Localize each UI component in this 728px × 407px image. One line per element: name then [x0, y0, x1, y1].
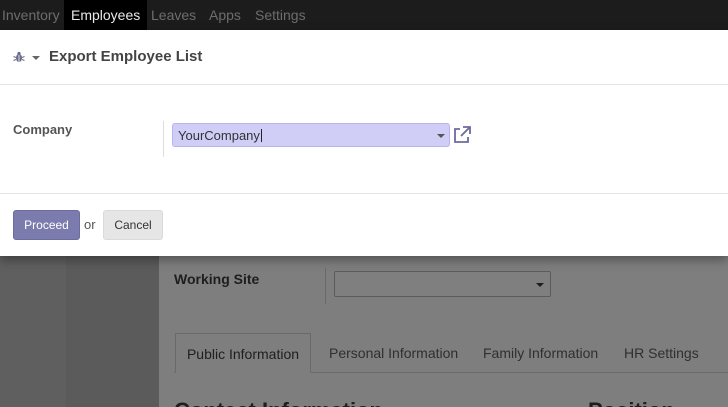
chevron-down-icon — [536, 283, 544, 287]
tab-public-information[interactable]: Public Information — [175, 333, 311, 373]
chevron-down-icon[interactable] — [32, 56, 40, 60]
field-divider — [325, 268, 326, 304]
company-select[interactable]: YourCompany — [172, 123, 450, 147]
nav-item-apps[interactable]: Apps — [209, 0, 241, 30]
cancel-button[interactable]: Cancel — [103, 210, 163, 240]
tab-family-information[interactable]: Family Information — [483, 333, 598, 373]
section-heading: Contact Information — [174, 398, 383, 407]
bug-icon[interactable] — [13, 51, 25, 63]
nav-item-settings[interactable]: Settings — [255, 0, 306, 30]
field-divider — [163, 121, 164, 157]
top-navbar: Inventory Employees Leaves Apps Settings — [0, 0, 728, 30]
company-value: YourCompany — [178, 128, 260, 143]
background-sidebar — [66, 256, 160, 407]
tab-personal-information[interactable]: Personal Information — [329, 333, 458, 373]
tab-hr-settings[interactable]: HR Settings — [624, 333, 699, 373]
dialog-header: Export Employee List — [0, 30, 728, 85]
section-heading-right: Position — [588, 398, 675, 407]
nav-item-inventory[interactable]: Inventory — [2, 0, 60, 30]
nav-item-leaves[interactable]: Leaves — [151, 0, 196, 30]
dialog-title: Export Employee List — [49, 48, 203, 65]
export-employee-dialog: Export Employee List Company YourCompany… — [0, 30, 728, 256]
company-label: Company — [13, 122, 73, 137]
chevron-down-icon[interactable] — [437, 134, 445, 138]
working-site-label: Working Site — [174, 271, 260, 287]
nav-item-employees[interactable]: Employees — [64, 0, 148, 30]
dialog-footer: Proceed or Cancel — [0, 193, 728, 256]
proceed-button[interactable]: Proceed — [13, 210, 80, 240]
external-link-icon[interactable] — [452, 125, 472, 145]
working-site-select[interactable] — [334, 271, 551, 297]
or-separator: or — [84, 217, 96, 232]
